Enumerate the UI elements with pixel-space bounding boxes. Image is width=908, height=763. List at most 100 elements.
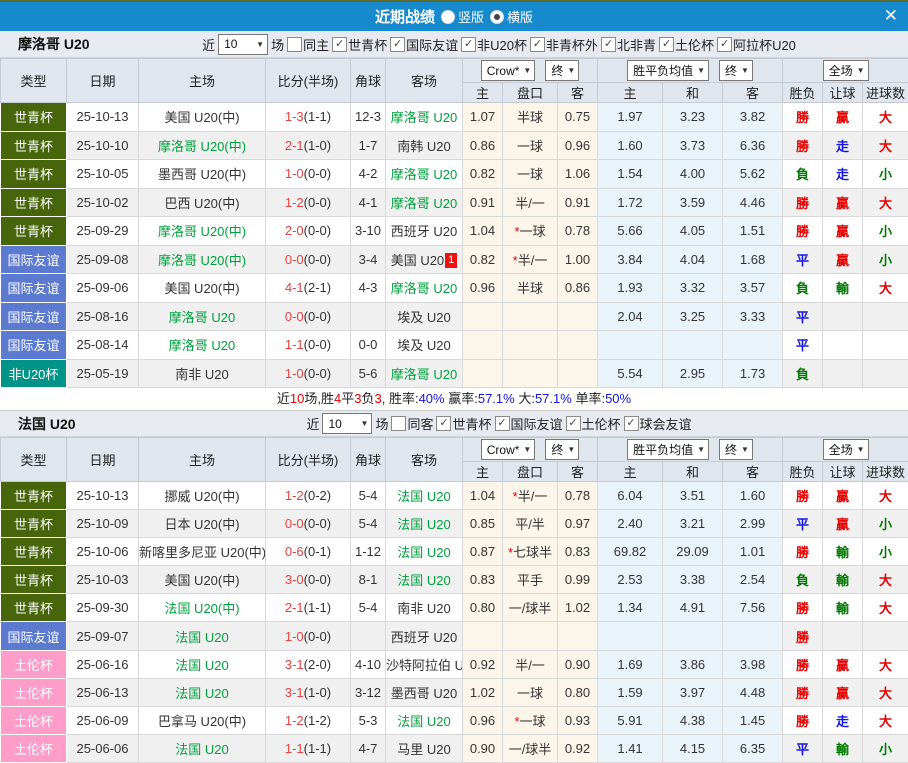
home-odds-cell: 0.87 [463, 538, 503, 566]
radio-vertical-label[interactable]: 竖版 [458, 7, 484, 26]
league-filter-checkbox[interactable]: ✓土伦杯 [659, 35, 714, 54]
select-value: 全场 [829, 441, 853, 458]
radio-selected-icon[interactable] [490, 10, 504, 24]
league-filter-checkbox[interactable]: ✓国际友谊 [390, 35, 458, 54]
league-filter-checkbox[interactable]: ✓土伦杯 [566, 414, 621, 433]
match-date-cell: 25-09-06 [67, 274, 139, 303]
avg-draw-cell: 3.51 [663, 482, 723, 510]
handicap-result-cell: 贏 [823, 678, 863, 706]
halftime-score: (0-0) [304, 572, 331, 587]
home-team-name: 南非 U20 [175, 367, 228, 382]
layout-horizontal-radio[interactable]: 横版 [490, 7, 533, 26]
handicap-result-cell: 走 [823, 706, 863, 734]
away-team-name: 南韩 U20 [397, 139, 450, 154]
match-date-cell: 25-10-05 [67, 160, 139, 189]
league-filter-checkbox[interactable]: ✓非U20杯 [461, 35, 527, 54]
checkbox-checked-icon[interactable]: ✓ [436, 416, 451, 431]
away-team-cell: 墨西哥 U20 [386, 678, 463, 706]
checkbox-checked-icon[interactable]: ✓ [530, 37, 545, 52]
layout-vertical-radio[interactable]: 竖版 [441, 7, 484, 26]
halftime-score: (1-2) [304, 713, 331, 728]
checkbox-checked-icon[interactable]: ✓ [601, 37, 616, 52]
recent-count-select[interactable]: 10 ▼ [322, 413, 372, 434]
league-filter-checkbox[interactable]: ✓阿拉杯U20 [717, 35, 796, 54]
handicap-result-cell: 贏 [823, 650, 863, 678]
result-cell: 勝 [783, 650, 823, 678]
league-filter-checkbox[interactable]: ✓世青杯 [332, 35, 387, 54]
checkbox-checked-icon[interactable]: ✓ [624, 416, 639, 431]
col-date: 日期 [67, 59, 139, 103]
odds-final-select[interactable]: 终▼ [545, 439, 579, 460]
corner-cell: 12-3 [351, 103, 386, 132]
halftime-score: (0-0) [304, 166, 331, 181]
recent-count-select[interactable]: 10 ▼ [218, 34, 268, 55]
avg-away-cell: 2.54 [723, 566, 783, 594]
league-label: 阿拉杯U20 [733, 35, 796, 54]
fulltime-score: 3-1 [285, 685, 304, 700]
away-team-name: 法国 U20 [397, 545, 450, 560]
goals-result-cell: 小 [863, 245, 908, 274]
handicap-result-cell: 贏 [823, 482, 863, 510]
dropdown-arrow-icon: ▼ [523, 445, 531, 454]
fulltime-score: 2-1 [285, 600, 304, 615]
checkbox-unchecked-icon[interactable] [391, 416, 406, 431]
avg-final-select[interactable]: 终▼ [719, 439, 753, 460]
away-odds-cell: 0.92 [558, 734, 598, 762]
same-home-checkbox[interactable]: 同主 [287, 35, 329, 54]
avg-draw-cell: 3.23 [663, 103, 723, 132]
same-away-checkbox[interactable]: 同客 [391, 414, 433, 433]
handicap-cell: 一球 [503, 131, 558, 160]
close-icon[interactable]: ✕ [884, 5, 898, 27]
league-filter-checkbox[interactable]: ✓世青杯 [436, 414, 491, 433]
away-team-cell: 西班牙 U20 [386, 622, 463, 650]
checkbox-checked-icon[interactable]: ✓ [332, 37, 347, 52]
select-value: 胜平负均值 [633, 62, 693, 79]
league-filter-checkbox[interactable]: ✓北非青 [601, 35, 656, 54]
home-team-cell: 巴拿马 U20(中) [139, 706, 266, 734]
avg-away-cell: 3.33 [723, 302, 783, 331]
checkbox-unchecked-icon[interactable] [287, 37, 302, 52]
full-match-select[interactable]: 全场▼ [823, 60, 869, 81]
avg-draw-cell: 3.25 [663, 302, 723, 331]
match-type-cell: 世青杯 [1, 538, 67, 566]
avg-away-cell [723, 331, 783, 360]
league-filter-checkbox[interactable]: ✓国际友谊 [495, 414, 563, 433]
fulltime-score: 1-2 [285, 195, 304, 210]
avg-draw-cell: 4.91 [663, 594, 723, 622]
avg-away-cell [723, 622, 783, 650]
radio-unselected-icon[interactable] [441, 10, 455, 24]
fulltime-score: 1-0 [285, 366, 304, 381]
avg-home-cell [598, 331, 663, 360]
league-filter-checkbox[interactable]: ✓球会友谊 [624, 414, 692, 433]
avg-away-cell: 1.68 [723, 245, 783, 274]
avg-final-select[interactable]: 终▼ [719, 60, 753, 81]
home-team-cell: 巴西 U20(中) [139, 188, 266, 217]
checkbox-checked-icon[interactable]: ✓ [717, 37, 732, 52]
col-away: 客场 [386, 438, 463, 482]
match-type-cell: 非U20杯 [1, 359, 67, 388]
checkbox-checked-icon[interactable]: ✓ [566, 416, 581, 431]
checkbox-checked-icon[interactable]: ✓ [659, 37, 674, 52]
radio-horizontal-label[interactable]: 横版 [507, 7, 533, 26]
dropdown-arrow-icon: ▼ [857, 445, 865, 454]
league-filter-checkbox[interactable]: ✓非青杯外 [530, 35, 598, 54]
goals-result-cell: 大 [863, 678, 908, 706]
away-odds-cell: 1.02 [558, 594, 598, 622]
odds-final-select[interactable]: 终▼ [545, 60, 579, 81]
summary-text-part: 场,胜 [304, 391, 334, 406]
full-match-select[interactable]: 全场 ▼ [823, 439, 869, 460]
match-date-cell: 25-10-13 [67, 103, 139, 132]
avg-draw-cell: 4.05 [663, 217, 723, 246]
fulltime-score: 3-1 [285, 657, 304, 672]
away-team-name: 法国 U20 [397, 714, 450, 729]
odds-provider-select[interactable]: Crow*▼ [481, 60, 536, 81]
avg-odds-select[interactable]: 胜平负均值▼ [627, 439, 709, 460]
checkbox-checked-icon[interactable]: ✓ [390, 37, 405, 52]
checkbox-checked-icon[interactable]: ✓ [461, 37, 476, 52]
avg-odds-select[interactable]: 胜平负均值▼ [627, 60, 709, 81]
home-team-name: 摩洛哥 U20 [169, 338, 235, 353]
odds-provider-select[interactable]: Crow*▼ [481, 439, 536, 460]
avg-away-cell: 1.45 [723, 706, 783, 734]
checkbox-checked-icon[interactable]: ✓ [495, 416, 510, 431]
home-team-name: 法国 U20(中) [164, 601, 239, 616]
